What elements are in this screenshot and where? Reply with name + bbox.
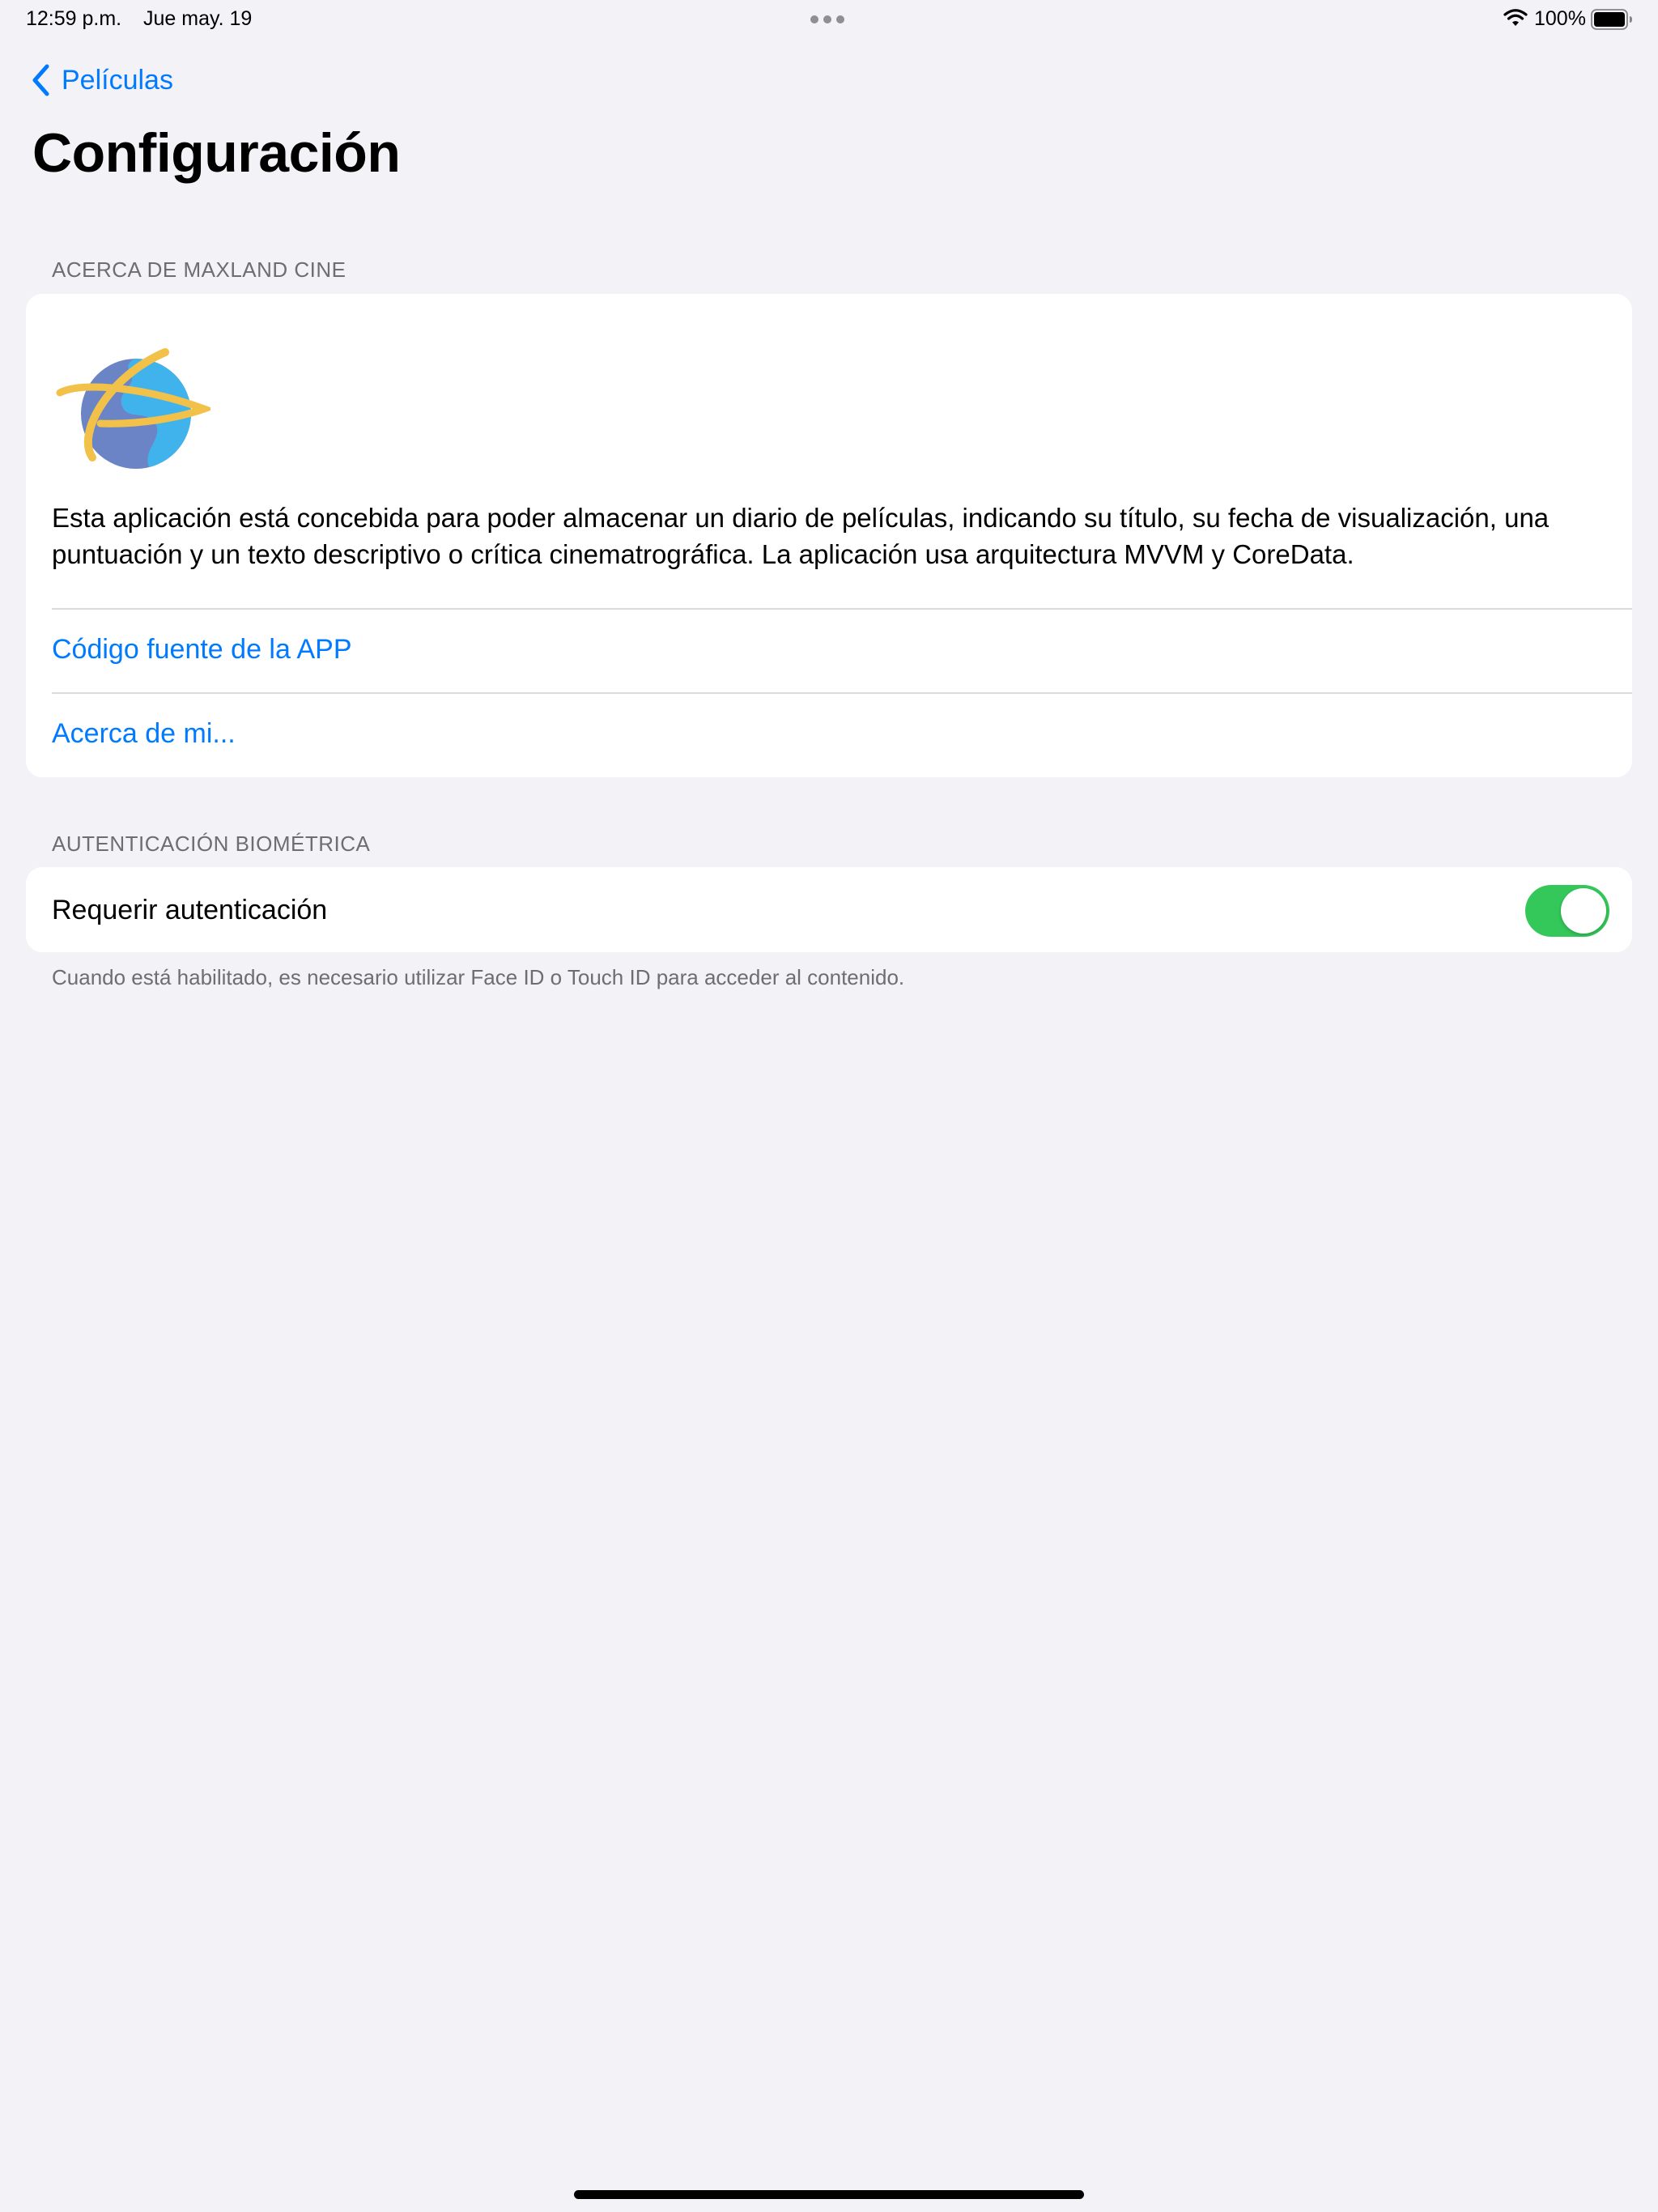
multitasking-dots-icon[interactable] xyxy=(810,15,844,23)
toggle-knob xyxy=(1561,888,1606,934)
require-auth-label: Requerir autenticación xyxy=(52,895,328,925)
wifi-icon xyxy=(1503,9,1528,26)
divider xyxy=(52,692,1632,694)
about-me-link[interactable]: Acerca de mi... xyxy=(52,718,236,750)
chevron-left-icon xyxy=(32,64,49,96)
app-logo-globe-icon xyxy=(56,348,210,469)
require-auth-toggle[interactable] xyxy=(1525,885,1609,937)
status-date: Jue may. 19 xyxy=(143,7,253,30)
biometric-section-header: AUTENTICACIÓN BIOMÉTRICA xyxy=(52,832,371,856)
status-bar: 12:59 p.m. Jue may. 19 100% xyxy=(0,0,1658,39)
battery-icon xyxy=(1591,9,1632,30)
divider xyxy=(52,608,1632,610)
source-code-link[interactable]: Código fuente de la APP xyxy=(52,634,352,666)
status-time: 12:59 p.m. xyxy=(26,7,122,30)
battery-percentage: 100% xyxy=(1534,7,1586,30)
back-button-label: Películas xyxy=(62,64,173,96)
about-section-header: ACERCA DE MAXLAND CINE xyxy=(52,257,346,282)
biometric-footer-note: Cuando está habilitado, es necesario uti… xyxy=(52,965,905,989)
page-title: Configuración xyxy=(32,122,401,184)
back-button[interactable]: Películas xyxy=(31,60,173,100)
about-description: Esta aplicación está concebida para pode… xyxy=(52,503,1550,569)
home-indicator[interactable] xyxy=(574,2190,1084,2199)
